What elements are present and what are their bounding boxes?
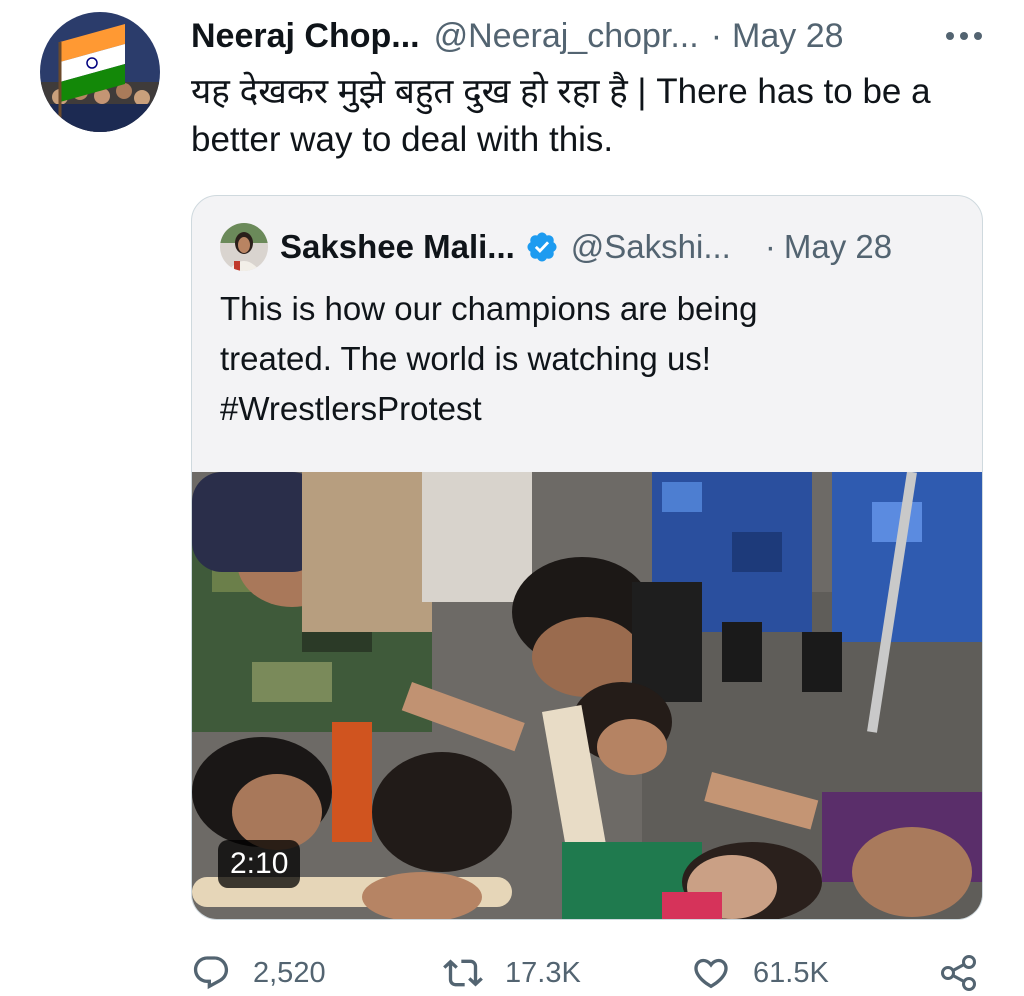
retweet-count: 17.3K — [505, 956, 581, 989]
share-icon — [941, 955, 976, 991]
quoted-text-line-2: treated. The world is watching us! — [220, 340, 711, 377]
more-options-button[interactable] — [943, 24, 985, 48]
tweet-header: Neeraj Chop... @Neeraj_chopr... · May 28 — [191, 16, 991, 56]
quoted-header-separator: · — [764, 228, 776, 265]
author-avatar-image — [40, 12, 160, 132]
author-name[interactable]: Neeraj Chop... — [191, 17, 420, 56]
hashtag-link[interactable]: #WrestlersProtest — [220, 384, 960, 434]
video-player[interactable]: 2:10 — [192, 472, 982, 919]
video-duration-badge: 2:10 — [218, 840, 301, 888]
quoted-author-name: Sakshee Mali... — [280, 228, 515, 265]
retweet-icon — [443, 959, 483, 987]
quoted-text-line-1: This is how our champions are being — [220, 290, 758, 327]
tweet-date[interactable]: May 28 — [732, 17, 844, 56]
more-icon — [946, 32, 982, 40]
quoted-author-handle: @Sakshi... — [570, 228, 731, 265]
tweet-action-bar: 2,520 17.3K 61.5K — [191, 950, 991, 996]
header-separator: · — [710, 16, 723, 55]
like-icon — [694, 958, 728, 989]
verified-badge-icon — [527, 232, 557, 262]
video-thumbnail — [192, 472, 982, 919]
quoted-tweet-card[interactable]: Sakshee Mali... @Sakshi... · May 28 This… — [191, 195, 983, 920]
reply-button[interactable]: 2,520 — [191, 950, 326, 996]
quoted-author-avatar — [220, 223, 268, 271]
quoted-avatar-image — [220, 223, 268, 271]
quoted-tweet-date: May 28 — [783, 228, 893, 265]
reply-count: 2,520 — [253, 956, 326, 989]
retweet-button[interactable]: 17.3K — [443, 950, 581, 996]
tweet-text: यह देखकर मुझे बहुत दुख हो रहा है | There… — [191, 72, 931, 159]
like-button[interactable]: 61.5K — [691, 950, 829, 996]
author-handle[interactable]: @Neeraj_chopr... — [434, 17, 699, 56]
like-count: 61.5K — [753, 956, 829, 989]
share-button[interactable] — [939, 950, 979, 996]
quoted-tweet-text: This is how our champions are being trea… — [220, 284, 960, 434]
quoted-tweet-header: Sakshee Mali... @Sakshi... · May 28 — [220, 223, 960, 271]
author-avatar[interactable] — [40, 12, 160, 132]
reply-icon — [193, 956, 229, 990]
